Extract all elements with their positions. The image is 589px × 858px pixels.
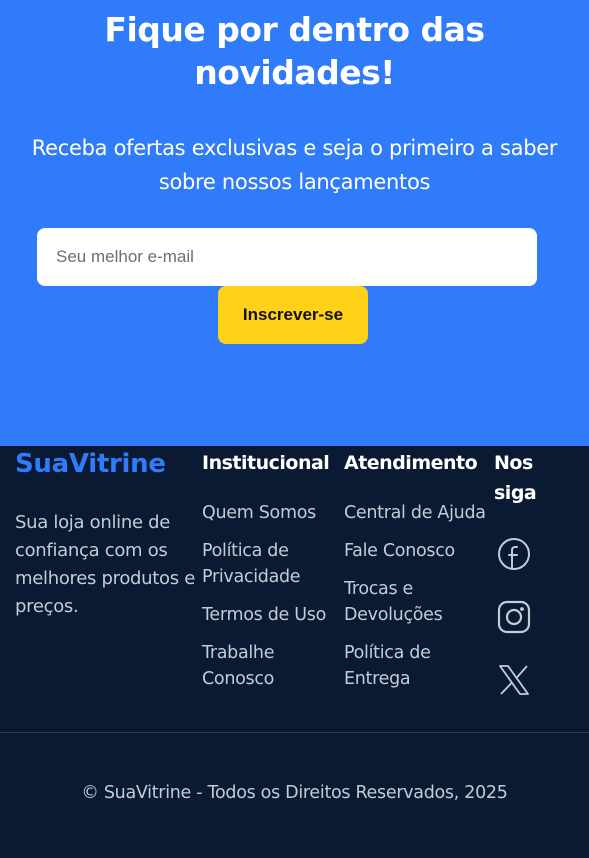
x-twitter-icon[interactable] <box>496 662 532 698</box>
brand-tagline: Sua loja online de confiança com os melh… <box>15 512 196 617</box>
newsletter-title-line1: Fique por dentro das <box>104 10 485 49</box>
newsletter-title: Fique por dentro das novidades! <box>0 8 589 94</box>
newsletter-subtitle-line2: sobre nossos lançamentos <box>158 170 431 194</box>
link-termos-de-uso[interactable]: Termos de Uso <box>202 602 342 628</box>
social-heading: Nos siga <box>494 452 537 504</box>
institucional-links: Quem Somos Política de Privacidade Termo… <box>202 500 342 692</box>
link-politica-de-entrega[interactable]: Política de Entrega <box>344 640 489 692</box>
site-footer: SuaVitrine Sua loja online de confiança … <box>0 446 589 858</box>
link-trocas-devolucoes[interactable]: Trocas e Devoluções <box>344 576 489 628</box>
footer-divider <box>0 732 589 733</box>
atendimento-links: Central de Ajuda Fale Conosco Trocas e D… <box>344 500 489 692</box>
link-quem-somos[interactable]: Quem Somos <box>202 500 342 526</box>
newsletter-title-line2: novidades! <box>194 53 395 92</box>
newsletter-subtitle: Receba ofertas exclusivas e seja o prime… <box>0 131 589 199</box>
newsletter-section: Fique por dentro das novidades! Receba o… <box>0 0 589 446</box>
link-central-de-ajuda[interactable]: Central de Ajuda <box>344 500 489 526</box>
newsletter-subtitle-line1: Receba ofertas exclusivas e seja o prime… <box>31 136 558 160</box>
facebook-icon[interactable] <box>496 536 532 572</box>
subscribe-button[interactable]: Inscrever-se <box>218 286 368 344</box>
brand-logo[interactable]: SuaVitrine <box>15 449 166 479</box>
email-input[interactable] <box>37 228 537 286</box>
link-trabalhe-conosco[interactable]: Trabalhe Conosco <box>202 640 342 692</box>
link-politica-privacidade[interactable]: Política de Privacidade <box>202 538 342 590</box>
social-links <box>496 536 536 725</box>
instagram-icon[interactable] <box>496 599 532 635</box>
institucional-heading: Institucional <box>202 452 330 474</box>
copyright-text: © SuaVitrine - Todos os Direitos Reserva… <box>81 783 508 803</box>
link-fale-conosco[interactable]: Fale Conosco <box>344 538 489 564</box>
atendimento-heading: Atendimento <box>344 452 478 474</box>
